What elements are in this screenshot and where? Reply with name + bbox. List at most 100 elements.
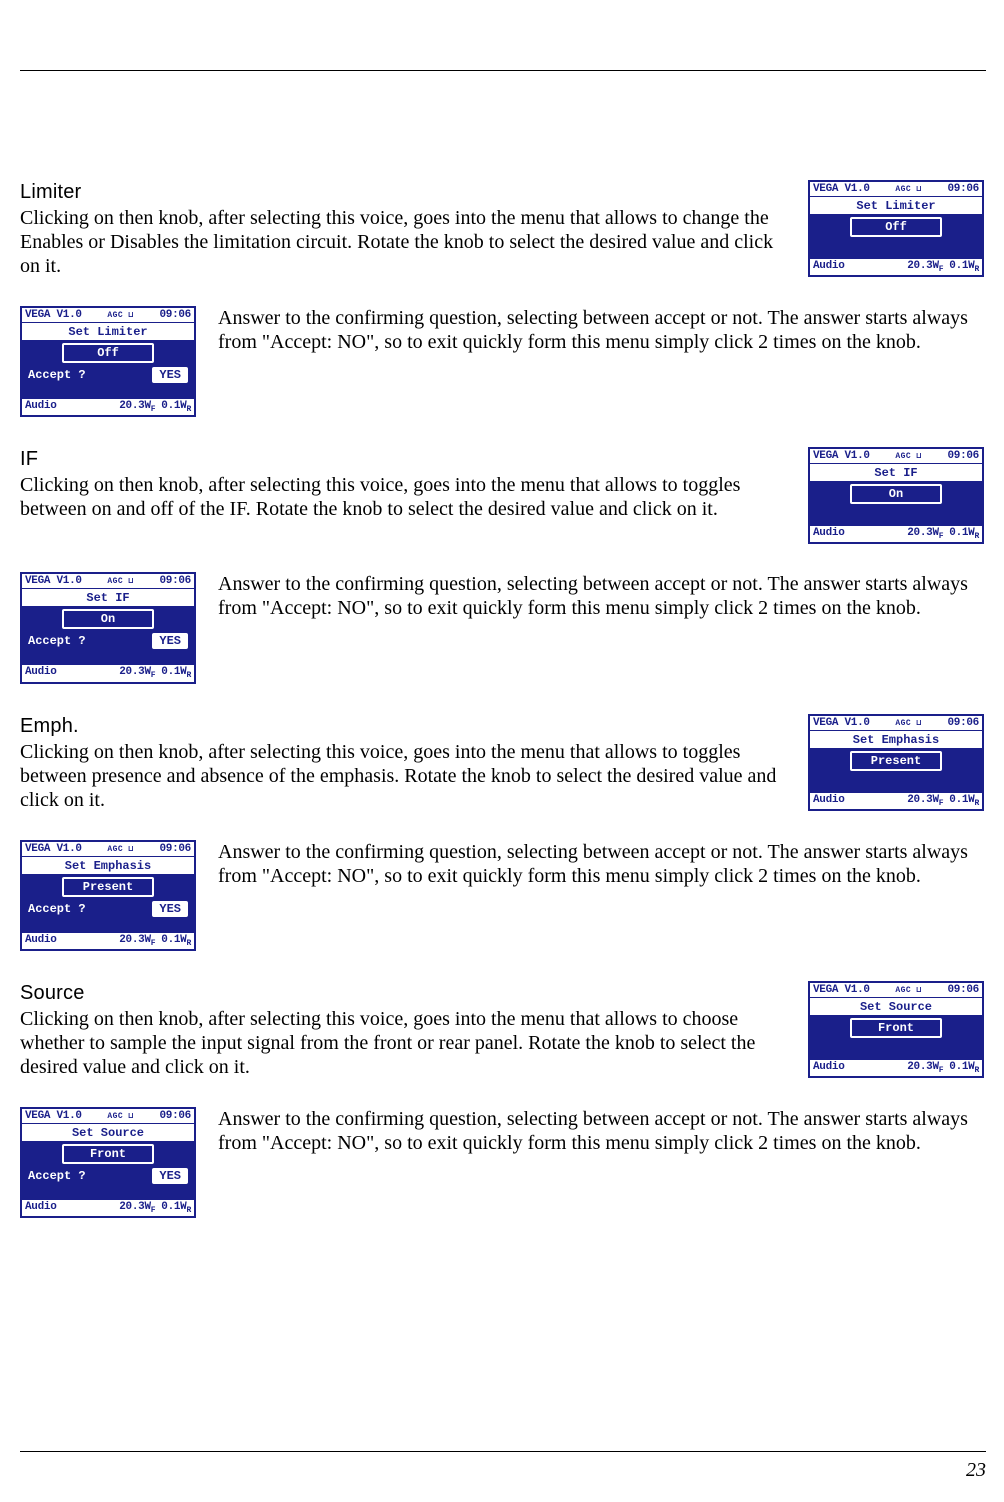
lcd-footer: Audio 20.3WF 0.1WR: [22, 932, 194, 949]
lcd-device: VEGA V1.0: [25, 575, 82, 587]
lcd-ref: 0.1WR: [161, 934, 191, 948]
lcd-time: 09:06: [947, 183, 979, 195]
lcd-yes-box: YES: [152, 633, 188, 649]
lcd-title: Set IF: [22, 589, 194, 606]
lcd-audio-label: Audio: [25, 934, 57, 948]
lcd-footer: Audio 20.3WF 0.1WR: [810, 258, 982, 275]
lcd-device: VEGA V1.0: [813, 450, 870, 462]
lcd-title: Set Limiter: [22, 323, 194, 340]
lcd-header: VEGA V1.0 AGC ⊔ 09:06: [810, 983, 982, 998]
lcd-accept-label: Accept ?: [28, 368, 86, 382]
lcd-body: On: [810, 481, 982, 525]
lcd-fwd: 20.3WF: [907, 527, 943, 541]
section-heading: Source: [20, 981, 786, 1005]
lcd-fwd: 20.3WF: [119, 400, 155, 414]
lcd-accept-label: Accept ?: [28, 634, 86, 648]
lcd-footer: Audio 20.3WF 0.1WR: [810, 525, 982, 542]
lcd-screen: VEGA V1.0 AGC ⊔ 09:06 Set Emphasis Prese…: [808, 714, 984, 811]
lcd-time: 09:06: [159, 843, 191, 855]
lcd-header: VEGA V1.0 AGC ⊔ 09:06: [22, 574, 194, 589]
lcd-fwd: 20.3WF: [119, 666, 155, 680]
lcd-device: VEGA V1.0: [25, 309, 82, 321]
lcd-fwd: 20.3WF: [119, 934, 155, 948]
lcd-value: Present: [850, 751, 942, 771]
section-2: Emph. Clicking on then knob, after selec…: [20, 714, 984, 951]
lcd-accept-row: Accept ? YES: [26, 633, 190, 649]
section-heading: IF: [20, 447, 786, 471]
lcd-value: On: [62, 609, 154, 629]
section-1: IF Clicking on then knob, after selectin…: [20, 447, 984, 683]
lcd-screen: VEGA V1.0 AGC ⊔ 09:06 Set Limiter Off Ac…: [20, 306, 196, 417]
lcd-time: 09:06: [947, 450, 979, 462]
lcd-fwd: 20.3WF: [907, 794, 943, 808]
lcd-device: VEGA V1.0: [813, 183, 870, 195]
lcd-title: Set Emphasis: [22, 857, 194, 874]
lcd-ref: 0.1WR: [161, 400, 191, 414]
lcd-audio-label: Audio: [813, 794, 845, 808]
lcd-time: 09:06: [947, 984, 979, 996]
lcd-agc: AGC ⊔: [107, 310, 134, 320]
top-rule: [20, 70, 986, 71]
bottom-rule: [20, 1451, 986, 1452]
lcd-footer: Audio 20.3WF 0.1WR: [810, 1059, 982, 1076]
lcd-agc: AGC ⊔: [895, 718, 922, 728]
lcd-title: Set Source: [810, 998, 982, 1015]
lcd-accept-row: Accept ? YES: [26, 901, 190, 917]
section-3: Source Clicking on then knob, after sele…: [20, 981, 984, 1218]
section-answer: Answer to the confirming question, selec…: [218, 572, 984, 620]
lcd-device: VEGA V1.0: [813, 984, 870, 996]
lcd-screen: VEGA V1.0 AGC ⊔ 09:06 Set IF On Audio 20…: [808, 447, 984, 544]
lcd-time: 09:06: [159, 575, 191, 587]
lcd-screen: VEGA V1.0 AGC ⊔ 09:06 Set Limiter Off Au…: [808, 180, 984, 277]
section-answer: Answer to the confirming question, selec…: [218, 306, 984, 354]
lcd-agc: AGC ⊔: [107, 844, 134, 854]
lcd-device: VEGA V1.0: [813, 717, 870, 729]
section-intro: Clicking on then knob, after selecting t…: [20, 1007, 786, 1079]
lcd-body: On Accept ? YES: [22, 606, 194, 664]
lcd-yes-box: YES: [152, 367, 188, 383]
lcd-footer: Audio 20.3WF 0.1WR: [22, 398, 194, 415]
lcd-body: Present: [810, 748, 982, 792]
lcd-screen: VEGA V1.0 AGC ⊔ 09:06 Set IF On Accept ?…: [20, 572, 196, 683]
lcd-title: Set Source: [22, 1124, 194, 1141]
lcd-header: VEGA V1.0 AGC ⊔ 09:06: [22, 308, 194, 323]
lcd-footer: Audio 20.3WF 0.1WR: [810, 792, 982, 809]
lcd-value: Present: [62, 877, 154, 897]
lcd-audio-label: Audio: [25, 666, 57, 680]
section-intro: Clicking on then knob, after selecting t…: [20, 206, 786, 278]
section-answer: Answer to the confirming question, selec…: [218, 1107, 984, 1155]
lcd-screen: VEGA V1.0 AGC ⊔ 09:06 Set Emphasis Prese…: [20, 840, 196, 951]
section-answer: Answer to the confirming question, selec…: [218, 840, 984, 888]
lcd-value: Off: [850, 217, 942, 237]
lcd-agc: AGC ⊔: [895, 184, 922, 194]
lcd-device: VEGA V1.0: [25, 1110, 82, 1122]
lcd-audio-label: Audio: [813, 527, 845, 541]
lcd-audio-label: Audio: [25, 400, 57, 414]
lcd-body: Off Accept ? YES: [22, 340, 194, 398]
lcd-header: VEGA V1.0 AGC ⊔ 09:06: [22, 842, 194, 857]
lcd-value: Front: [850, 1018, 942, 1038]
lcd-title: Set Emphasis: [810, 731, 982, 748]
lcd-body: Front: [810, 1015, 982, 1059]
lcd-header: VEGA V1.0 AGC ⊔ 09:06: [810, 716, 982, 731]
lcd-yes-box: YES: [152, 901, 188, 917]
lcd-fwd: 20.3WF: [119, 1201, 155, 1215]
lcd-yes-box: YES: [152, 1168, 188, 1184]
lcd-header: VEGA V1.0 AGC ⊔ 09:06: [810, 182, 982, 197]
lcd-time: 09:06: [159, 1110, 191, 1122]
lcd-agc: AGC ⊔: [895, 451, 922, 461]
section-intro: Clicking on then knob, after selecting t…: [20, 473, 786, 521]
lcd-ref: 0.1WR: [949, 260, 979, 274]
lcd-device: VEGA V1.0: [25, 843, 82, 855]
lcd-audio-label: Audio: [25, 1201, 57, 1215]
section-heading: Limiter: [20, 180, 786, 204]
lcd-body: Front Accept ? YES: [22, 1141, 194, 1199]
lcd-value: Off: [62, 343, 154, 363]
lcd-header: VEGA V1.0 AGC ⊔ 09:06: [22, 1109, 194, 1124]
lcd-time: 09:06: [947, 717, 979, 729]
lcd-screen: VEGA V1.0 AGC ⊔ 09:06 Set Source Front A…: [808, 981, 984, 1078]
lcd-accept-label: Accept ?: [28, 902, 86, 916]
lcd-ref: 0.1WR: [949, 1061, 979, 1075]
section-0: Limiter Clicking on then knob, after sel…: [20, 180, 984, 417]
lcd-value: On: [850, 484, 942, 504]
